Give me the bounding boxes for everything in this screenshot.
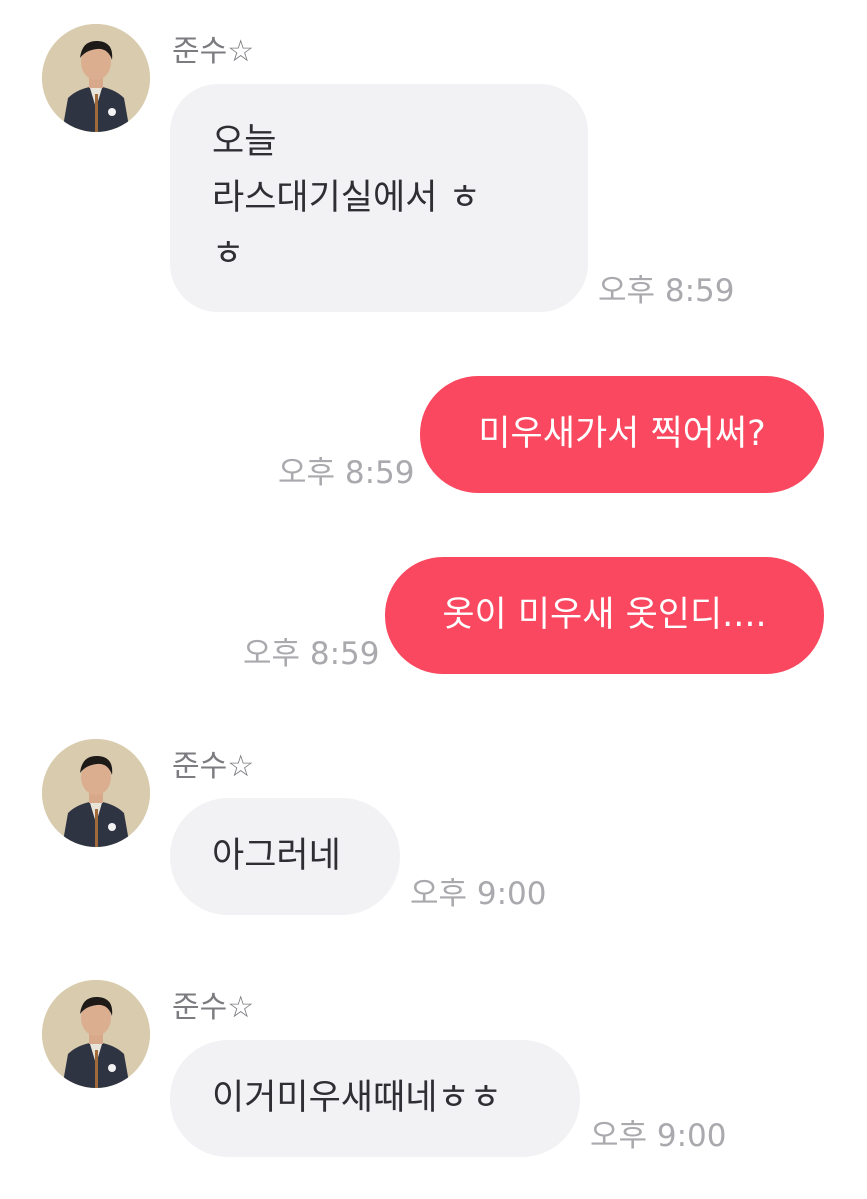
profile-photo-icon	[42, 739, 150, 847]
sender-name: 준수☆	[172, 749, 255, 784]
profile-photo-icon	[42, 24, 150, 132]
message-text-line: 오늘	[212, 122, 277, 162]
incoming-message-bubble[interactable]: 아그러네	[170, 798, 400, 915]
message-text-line: 라스대기실에서 ㅎ	[212, 178, 481, 218]
message-timestamp: 오후 8:59	[243, 636, 380, 672]
incoming-message-bubble[interactable]: 오늘 라스대기실에서 ㅎ ㅎ	[170, 84, 588, 312]
message-timestamp: 오후 8:59	[598, 273, 735, 309]
message-text-line: 아그러네	[212, 836, 341, 876]
incoming-message-bubble[interactable]: 이거미우새때네ㅎㅎ	[170, 1040, 580, 1157]
message-timestamp: 오후 9:00	[590, 1118, 727, 1154]
profile-photo-icon	[42, 980, 150, 1088]
message-timestamp: 오후 9:00	[410, 876, 547, 912]
message-timestamp: 오후 8:59	[278, 455, 415, 491]
message-text-line: ㅎ	[212, 234, 245, 274]
message-text-line: 옷이 미우새 옷인디....	[442, 595, 767, 635]
outgoing-message-bubble[interactable]: 옷이 미우새 옷인디....	[385, 557, 824, 674]
avatar[interactable]	[42, 24, 150, 132]
sender-name: 준수☆	[172, 990, 255, 1025]
outgoing-message-bubble[interactable]: 미우새가서 찍어써?	[420, 376, 824, 493]
avatar[interactable]	[42, 739, 150, 847]
message-text-line: 이거미우새때네ㅎㅎ	[212, 1078, 502, 1118]
avatar[interactable]	[42, 980, 150, 1088]
message-text-line: 미우새가서 찍어써?	[478, 414, 766, 454]
sender-name: 준수☆	[172, 34, 255, 69]
